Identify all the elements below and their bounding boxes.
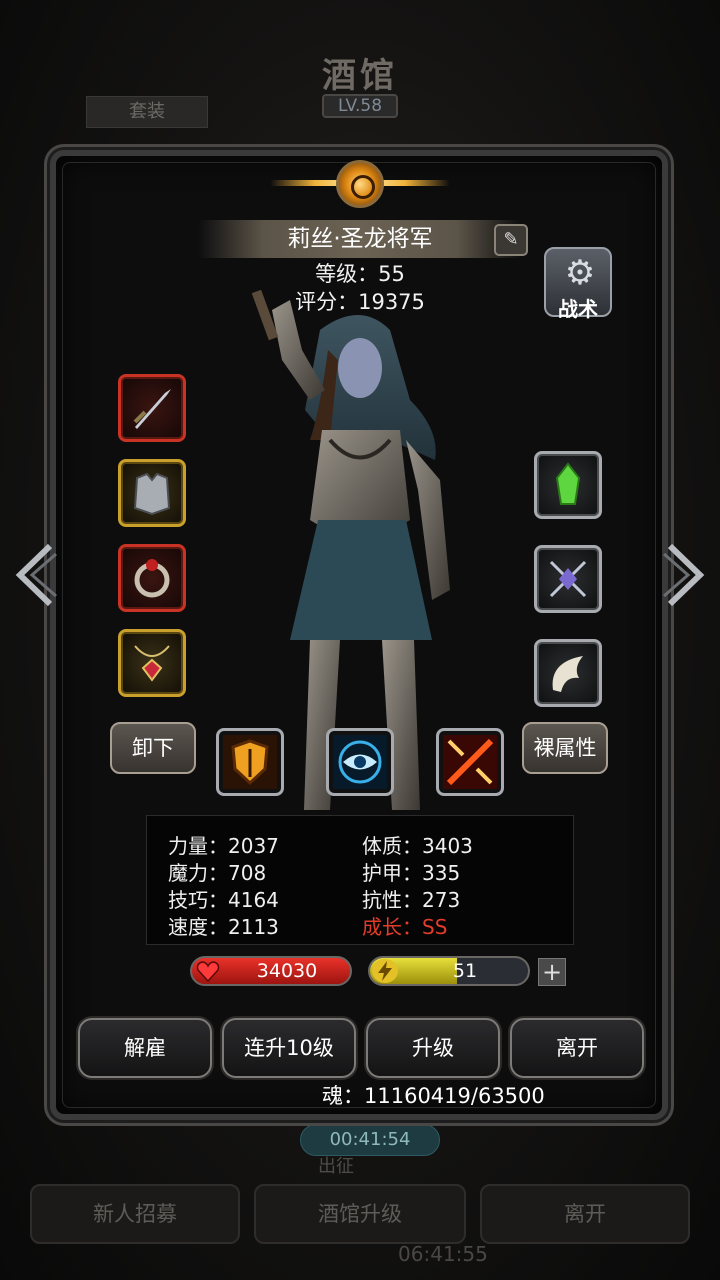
armor-icon (133, 472, 171, 516)
feather-slot[interactable] (534, 639, 602, 707)
leave-button[interactable]: 离开 (510, 1018, 644, 1078)
necklace-slot[interactable] (118, 629, 186, 697)
shield-skill-icon (223, 735, 277, 789)
level-up-10-button[interactable]: 连升10级 (222, 1018, 356, 1078)
dismiss-button[interactable]: 解雇 (78, 1018, 212, 1078)
gem-slot[interactable] (534, 451, 602, 519)
tavern-title: 酒馆 (322, 56, 398, 96)
naked-attributes-button[interactable]: 裸属性 (522, 722, 608, 774)
gear-icon: ⚙ (564, 253, 596, 293)
soul-cost: 魂：11160419/63500 (322, 1084, 545, 1108)
stat-growth: 成长：SS (362, 915, 448, 939)
sword-icon (133, 389, 171, 429)
crossed-swords-charm-icon (549, 560, 587, 598)
hp-bar: 34030 (190, 956, 352, 986)
feather-icon (552, 656, 583, 692)
background-sub-label: 出征 (318, 1156, 354, 1177)
stat-strength: 力量：2037 (168, 834, 279, 858)
level-up-button[interactable]: 升级 (366, 1018, 500, 1078)
stat-magic: 魔力：708 (168, 861, 267, 885)
green-gem-icon (555, 462, 581, 505)
weapon-slot[interactable] (118, 374, 186, 442)
skill-slot-1[interactable] (216, 728, 284, 796)
energy-value: 51 (452, 960, 478, 982)
next-hero-arrow[interactable] (660, 540, 710, 610)
skill-slot-2[interactable] (326, 728, 394, 796)
edit-icon: ✎ (503, 229, 519, 250)
tactics-label: 战术 (558, 297, 598, 321)
lightning-icon (372, 959, 398, 983)
stat-speed: 速度：2113 (168, 915, 279, 939)
energy-bar: 51 (368, 956, 530, 986)
background-timer-2: 06:41:55 (398, 1242, 488, 1266)
stat-skill: 技巧：4164 (168, 888, 279, 912)
add-energy-button[interactable]: + (538, 958, 566, 986)
stat-constitution: 体质：3403 (362, 834, 473, 858)
eye-skill-icon (333, 735, 387, 789)
charm-slot[interactable] (534, 545, 602, 613)
plus-icon: + (541, 958, 563, 986)
ring-slot[interactable] (118, 544, 186, 612)
suit-tab[interactable]: 套装 (86, 96, 208, 128)
skill-slot-3[interactable] (436, 728, 504, 796)
tactics-button[interactable]: ⚙ 战术 (544, 247, 612, 321)
stat-resistance: 抗性：273 (362, 888, 461, 912)
tavern-upgrade-button[interactable]: 酒馆升级 (254, 1184, 466, 1244)
emblem-icon (270, 148, 450, 218)
slash-skill-icon (443, 735, 497, 789)
ring-icon (134, 559, 170, 598)
hp-value: 34030 (256, 960, 318, 982)
armor-slot[interactable] (118, 459, 186, 527)
heart-icon (196, 961, 220, 982)
recruit-button[interactable]: 新人招募 (30, 1184, 240, 1244)
background-leave-button[interactable]: 离开 (480, 1184, 690, 1244)
stat-armor: 护甲：335 (362, 861, 461, 885)
tavern-level-badge: LV.58 (322, 94, 398, 118)
hero-name: 莉丝·圣龙将军 (198, 220, 522, 258)
previous-hero-arrow[interactable] (10, 540, 60, 610)
rename-button[interactable]: ✎ (494, 224, 528, 256)
unequip-button[interactable]: 卸下 (110, 722, 196, 774)
necklace-icon (134, 645, 170, 682)
hero-level: 等级：55 (315, 262, 405, 286)
